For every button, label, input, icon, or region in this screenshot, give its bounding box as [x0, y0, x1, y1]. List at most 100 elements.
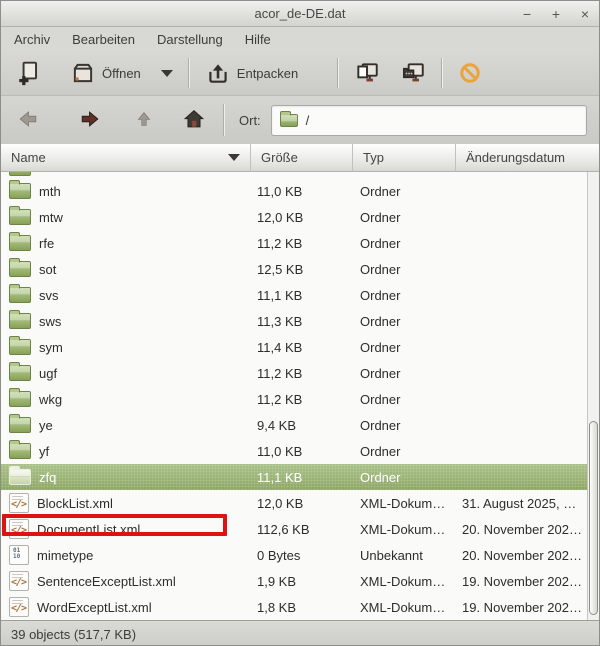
cell-size: 11,2 KB: [251, 386, 353, 412]
table-row[interactable]: rfe11,2 KBOrdner: [1, 230, 599, 256]
table-row[interactable]: sym11,4 KBOrdner: [1, 334, 599, 360]
minimize-button[interactable]: −: [519, 6, 535, 22]
menu-item-hilfe[interactable]: Hilfe: [234, 29, 282, 50]
cell-name: rfe: [1, 230, 251, 256]
table-row[interactable]: WordExceptList.xml1,8 KBXML-Dokum…19. No…: [1, 594, 599, 620]
menu-item-darstellung[interactable]: Darstellung: [146, 29, 234, 50]
add-folder-button[interactable]: [393, 55, 433, 91]
cell-type: Ordner: [353, 282, 456, 308]
table-row[interactable]: mth11,0 KBOrdner: [1, 178, 599, 204]
maximize-button[interactable]: +: [548, 6, 564, 22]
cell-date: [456, 386, 599, 412]
navigation-bar: Ort: /: [1, 96, 599, 144]
cell-date: [456, 360, 599, 386]
cell-size: 1,9 KB: [251, 568, 353, 594]
vertical-scrollbar[interactable]: [587, 172, 599, 620]
cell-size: 112,6 KB: [251, 516, 353, 542]
cell-type: XML-Dokum…: [353, 490, 456, 516]
cell-type: Ordner: [353, 204, 456, 230]
titlebar[interactable]: acor_de-DE.dat − + ×: [1, 1, 599, 27]
table-row[interactable]: sws11,3 KBOrdner: [1, 308, 599, 334]
cell-name: ye: [1, 412, 251, 438]
folder-icon: [9, 183, 31, 199]
home-icon: [183, 108, 205, 133]
cell-type: Ordner: [353, 230, 456, 256]
table-row[interactable]: sot12,5 KBOrdner: [1, 256, 599, 282]
location-input[interactable]: /: [271, 105, 587, 136]
location-label: Ort:: [239, 113, 261, 128]
table-row[interactable]: SentenceExceptList.xml 1,9 KBXML-Dokum…19…: [1, 568, 599, 594]
scrollbar-thumb[interactable]: [589, 421, 598, 615]
table-row[interactable]: BlockList.xml12,0 KBXML-Dokum…31. August…: [1, 490, 599, 516]
xml-file-icon: [9, 493, 29, 513]
extract-button[interactable]: Entpacken: [198, 55, 305, 91]
arrow-left-icon: [17, 108, 39, 133]
cell-type: XML-Dokum…: [353, 568, 456, 594]
add-files-button[interactable]: [347, 55, 387, 91]
file-name: SentenceExceptList.xml: [37, 574, 176, 589]
column-header-type[interactable]: Typ: [353, 144, 456, 172]
table-row[interactable]: yf11,0 KBOrdner: [1, 438, 599, 464]
cell-date: [456, 308, 599, 334]
table-row[interactable]: zfq11,1 KBOrdner: [1, 464, 599, 490]
add-file-button[interactable]: [9, 55, 49, 91]
cell-name: mth: [1, 178, 251, 204]
cell-date: [456, 256, 599, 282]
statusbar: 39 objects (517,7 KB): [1, 620, 599, 646]
table-row[interactable]: mimetype0 BytesUnbekannt20. November 202…: [1, 542, 599, 568]
table-row[interactable]: ugf11,2 KBOrdner: [1, 360, 599, 386]
cell-type: Ordner: [353, 464, 456, 490]
cell-name: sot: [1, 256, 251, 282]
stop-icon: [458, 61, 482, 85]
cell-type: Ordner: [353, 334, 456, 360]
folder-icon: [9, 469, 31, 485]
cell-date: [456, 464, 599, 490]
column-header-size[interactable]: Größe: [251, 144, 353, 172]
cell-name: SentenceExceptList.xml: [1, 568, 251, 594]
folder-icon: [9, 172, 31, 176]
file-name: svs: [39, 288, 59, 303]
cell-type: XML-Dokum…: [353, 594, 456, 620]
file-name: mtw: [39, 210, 63, 225]
cell-name: svs: [1, 282, 251, 308]
folder-icon: [9, 287, 31, 303]
home-button[interactable]: [179, 104, 209, 137]
column-header-name[interactable]: Name: [1, 144, 251, 172]
open-button[interactable]: Öffnen: [63, 55, 180, 91]
cell-date: [456, 412, 599, 438]
forward-button[interactable]: [75, 104, 105, 137]
folder-icon: [9, 417, 31, 433]
cell-type: Ordner: [353, 386, 456, 412]
xml-file-icon: [9, 519, 29, 539]
table-row[interactable]: mtw12,0 KBOrdner: [1, 204, 599, 230]
screen-file-icon: [354, 60, 380, 86]
open-archive-icon: [70, 60, 96, 86]
menu-item-bearbeiten[interactable]: Bearbeiten: [61, 29, 146, 50]
close-button[interactable]: ×: [577, 6, 593, 22]
cell-type: Ordner: [353, 256, 456, 282]
table-row[interactable]: svs11,1 KBOrdner: [1, 282, 599, 308]
cell-name: WordExceptList.xml: [1, 594, 251, 620]
file-name: WordExceptList.xml: [37, 600, 152, 615]
up-button[interactable]: [131, 106, 157, 135]
cell-name: DocumentList.xml: [1, 516, 251, 542]
table-row[interactable]: DocumentList.xml112,6 KBXML-Dokum…20. No…: [1, 516, 599, 542]
sort-descending-icon: [228, 154, 240, 161]
cell-name: mimetype: [1, 542, 251, 568]
table-row[interactable]: ye9,4 KBOrdner: [1, 412, 599, 438]
file-name: yf: [39, 444, 49, 459]
table-row[interactable]: wkg11,2 KBOrdner: [1, 386, 599, 412]
menu-item-archiv[interactable]: Archiv: [3, 29, 61, 50]
toolbar: Öffnen Entpacken: [1, 51, 599, 96]
cell-date: 19. November 202…: [456, 568, 599, 594]
cell-type: XML-Dokum…: [353, 516, 456, 542]
window-title: acor_de-DE.dat: [254, 6, 345, 21]
column-header-date[interactable]: Änderungsdatum: [456, 144, 599, 172]
file-name: ugf: [39, 366, 57, 381]
back-button[interactable]: [13, 104, 43, 137]
chevron-down-icon[interactable]: [161, 70, 173, 77]
stop-button[interactable]: [451, 56, 489, 90]
xml-file-icon: [9, 597, 29, 617]
folder-icon: [9, 209, 31, 225]
cell-date: 31. August 2025, …: [456, 490, 599, 516]
